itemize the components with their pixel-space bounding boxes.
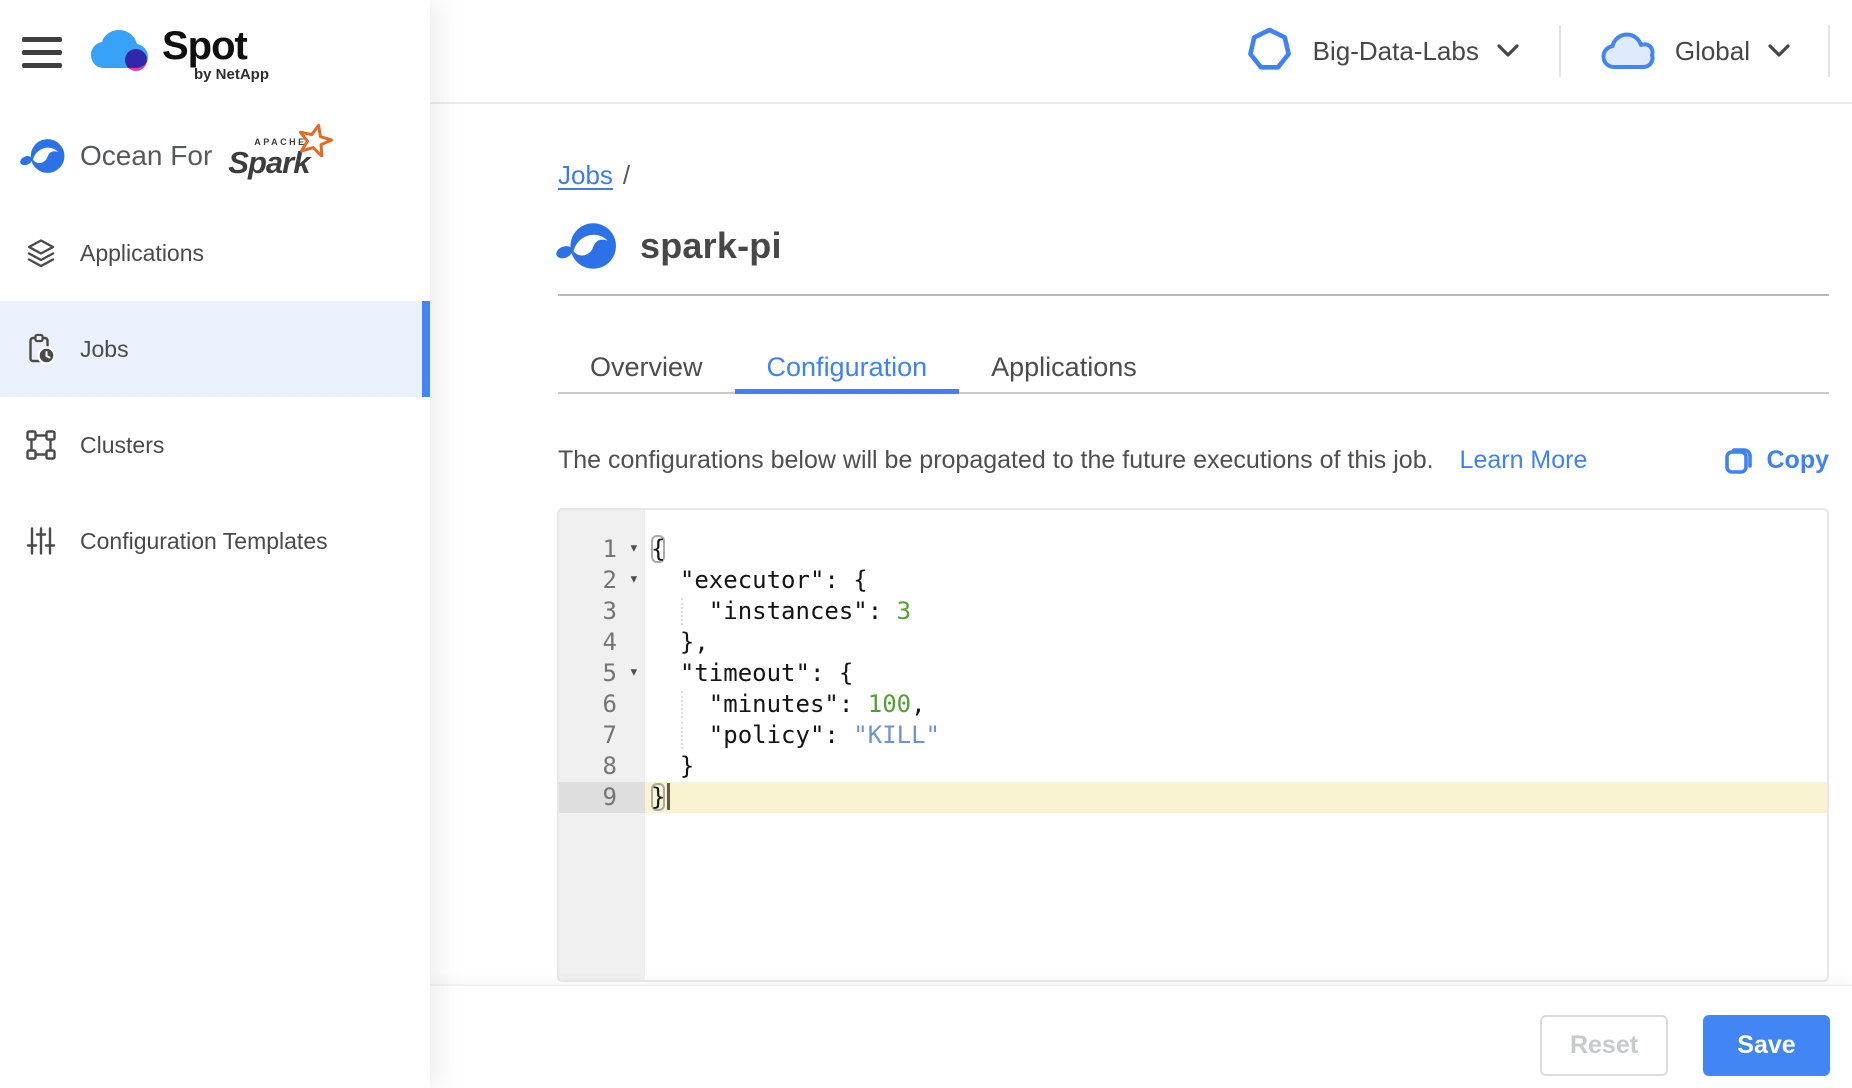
sidebar-item-label: Clusters bbox=[80, 432, 164, 459]
spark-star-icon bbox=[296, 123, 334, 157]
fold-arrow-icon[interactable]: ▾ bbox=[629, 657, 639, 688]
sidebar-item-jobs[interactable]: Jobs bbox=[0, 301, 430, 397]
scope-picker[interactable]: Global bbox=[1601, 31, 1790, 71]
page-title: spark-pi bbox=[640, 225, 782, 267]
code-line-active: } bbox=[645, 782, 1827, 813]
top-header: Big-Data-Labs Global bbox=[430, 0, 1852, 104]
org-label: Big-Data-Labs bbox=[1313, 36, 1479, 67]
code-line: "minutes": 100, bbox=[645, 689, 1827, 720]
sidebar-item-label: Configuration Templates bbox=[80, 528, 328, 555]
page-title-row: spark-pi bbox=[556, 220, 782, 272]
breadcrumb-jobs-link[interactable]: Jobs bbox=[558, 160, 613, 190]
spot-logo[interactable]: Spot by NetApp bbox=[90, 24, 269, 83]
sidebar-item-label: Applications bbox=[80, 240, 204, 267]
sidebar-item-configuration-templates[interactable]: Configuration Templates bbox=[0, 493, 430, 589]
org-picker[interactable]: Big-Data-Labs bbox=[1246, 27, 1519, 76]
sidebar: Spot by NetApp Ocean For APACHE Spark Ap… bbox=[0, 0, 430, 1088]
code-line: { bbox=[645, 534, 1827, 565]
text-cursor bbox=[667, 783, 670, 810]
code-line: } bbox=[645, 751, 1827, 782]
gutter-line-9: 9 bbox=[559, 782, 645, 813]
brand-name: Spot bbox=[162, 24, 269, 68]
gutter-line-7: 7 bbox=[559, 720, 645, 751]
code-line: "policy": "KILL" bbox=[645, 720, 1827, 751]
cluster-icon bbox=[25, 429, 57, 461]
gutter-line-4: 4 bbox=[559, 627, 645, 658]
copy-icon bbox=[1724, 444, 1754, 476]
code-line: "timeout": { bbox=[645, 658, 1827, 689]
description-text: The configurations below will be propaga… bbox=[558, 446, 1434, 475]
brand-byline: by NetApp bbox=[162, 66, 269, 83]
code-line: "instances": 3 bbox=[645, 596, 1827, 627]
main-content: Big-Data-Labs Global Jobs / spark-pi bbox=[430, 0, 1852, 1088]
gutter-line-6: 6 bbox=[559, 689, 645, 720]
ocean-wave-icon bbox=[20, 137, 66, 175]
product-prefix: Ocean For bbox=[80, 140, 212, 172]
description-row: The configurations below will be propaga… bbox=[558, 434, 1829, 486]
layers-icon bbox=[25, 237, 57, 269]
ocean-wave-icon bbox=[556, 220, 618, 272]
header-divider bbox=[1559, 25, 1561, 77]
gutter-line-8: 8 bbox=[559, 751, 645, 782]
chevron-down-icon bbox=[1497, 44, 1519, 58]
code-line: }, bbox=[645, 627, 1827, 658]
copy-button[interactable]: Copy bbox=[1724, 444, 1830, 476]
action-bar: Reset Save bbox=[430, 984, 1852, 1088]
chevron-down-icon bbox=[1768, 44, 1790, 58]
product-ocean-for-spark[interactable]: Ocean For APACHE Spark bbox=[20, 128, 328, 184]
breadcrumb: Jobs / bbox=[558, 160, 630, 191]
spot-cloud-icon bbox=[90, 24, 152, 76]
sliders-icon bbox=[25, 525, 57, 557]
tab-configuration[interactable]: Configuration bbox=[735, 345, 960, 394]
header-divider bbox=[1828, 25, 1830, 77]
tab-bar: Overview Configuration Applications bbox=[558, 345, 1829, 394]
sidebar-item-label: Jobs bbox=[80, 336, 129, 363]
sidebar-item-clusters[interactable]: Clusters bbox=[0, 397, 430, 493]
breadcrumb-separator: / bbox=[623, 160, 630, 190]
scope-label: Global bbox=[1675, 36, 1750, 67]
clipboard-clock-icon bbox=[25, 333, 57, 365]
reset-button[interactable]: Reset bbox=[1540, 1015, 1668, 1076]
sidebar-item-applications[interactable]: Applications bbox=[0, 205, 430, 301]
gutter-line-3: 3 bbox=[559, 596, 645, 627]
fold-arrow-icon[interactable]: ▾ bbox=[629, 533, 639, 564]
gutter-line-5: 5▾ bbox=[559, 658, 645, 689]
copy-label: Copy bbox=[1767, 446, 1830, 475]
gutter-line-1: 1▾ bbox=[559, 534, 645, 565]
gutter-line-2: 2▾ bbox=[559, 565, 645, 596]
apache-spark-logo: APACHE Spark bbox=[228, 127, 328, 185]
save-button[interactable]: Save bbox=[1703, 1015, 1830, 1076]
tab-applications[interactable]: Applications bbox=[959, 345, 1169, 394]
editor-code-area[interactable]: { "executor": { "instances": 3 }, "timeo… bbox=[645, 510, 1827, 980]
fold-arrow-icon[interactable]: ▾ bbox=[629, 564, 639, 595]
cloud-icon bbox=[1601, 31, 1655, 71]
sidebar-nav: Applications Jobs Clusters bbox=[0, 205, 430, 589]
code-line: "executor": { bbox=[645, 565, 1827, 596]
tab-overview[interactable]: Overview bbox=[558, 345, 735, 394]
hamburger-menu-icon[interactable] bbox=[22, 37, 62, 68]
json-config-editor[interactable]: 1▾ 2▾ 3 4 5▾ 6 7 8 9 { "executor": { "in… bbox=[557, 508, 1829, 982]
learn-more-link[interactable]: Learn More bbox=[1460, 446, 1588, 475]
editor-gutter: 1▾ 2▾ 3 4 5▾ 6 7 8 9 bbox=[559, 510, 645, 980]
title-divider bbox=[558, 294, 1829, 296]
heptagon-icon bbox=[1246, 27, 1293, 76]
